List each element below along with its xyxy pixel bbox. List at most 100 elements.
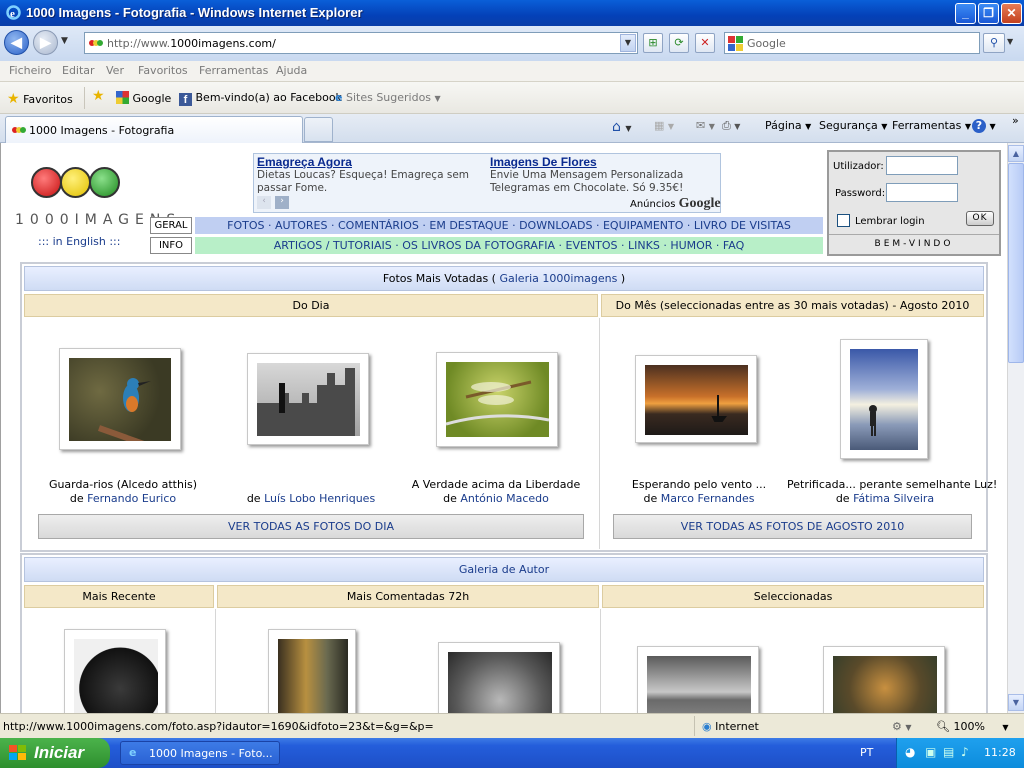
ad-title-1[interactable]: Emagreça Agora <box>257 155 352 169</box>
ad-prev-icon[interactable]: ‹ <box>257 196 271 209</box>
new-tab-button[interactable] <box>304 117 333 142</box>
author-link[interactable]: Marco Fernandes <box>661 492 755 505</box>
scroll-thumb[interactable] <box>1008 163 1024 363</box>
home-icon[interactable]: ⌂ ▼ <box>612 119 632 135</box>
author-link[interactable]: Luís Lobo Henriques <box>264 492 375 505</box>
vertical-scrollbar[interactable]: ▲ ▼ <box>1007 143 1024 713</box>
photo-kingfisher[interactable] <box>59 348 181 450</box>
zone-indicator[interactable]: ◉ Internet <box>702 720 759 733</box>
ads-by-google[interactable]: Anúncios Google <box>630 196 721 212</box>
author-link[interactable]: António Macedo <box>460 492 549 505</box>
refresh-icon[interactable]: ⟳ <box>669 33 689 53</box>
protected-mode-icon[interactable]: ⚙ ▼ <box>892 720 912 733</box>
start-label: Iniciar <box>34 743 85 762</box>
ad-title-2[interactable]: Imagens De Flores <box>490 155 597 169</box>
photo-image <box>257 363 360 436</box>
back-button[interactable]: ◀ <box>4 30 29 55</box>
photo-landscape-bw[interactable] <box>637 646 759 713</box>
tray-network-icon[interactable]: ▣ <box>925 745 936 759</box>
ok-button[interactable]: OK <box>966 211 994 226</box>
user-label: Utilizador: <box>833 161 884 172</box>
menu-editar[interactable]: Editar <box>62 64 95 77</box>
language-indicator[interactable]: PT <box>860 746 873 759</box>
feeds-icon[interactable]: ▦ ▼ <box>654 119 674 132</box>
password-field[interactable] <box>886 183 958 202</box>
see-all-month-button[interactable]: VER TODAS AS FOTOS DE AGOSTO 2010 <box>613 514 972 539</box>
photo-arch-street[interactable] <box>268 629 356 713</box>
favorites-button[interactable]: ★ Favoritos <box>7 91 73 107</box>
start-button[interactable]: Iniciar <box>0 738 110 768</box>
maximize-button[interactable]: ❐ <box>978 3 999 24</box>
tools-menu[interactable]: Ferramentas ▼ <box>892 119 971 132</box>
nav-info-links[interactable]: ARTIGOS / TUTORIAIS · OS LIVROS DA FOTOG… <box>195 237 823 254</box>
compatibility-icon[interactable]: ⊞ <box>643 33 663 53</box>
see-all-day-button[interactable]: VER TODAS AS FOTOS DO DIA <box>38 514 584 539</box>
photo-girl-beach[interactable] <box>840 339 928 459</box>
divider <box>599 318 600 549</box>
fav-suggested-sites[interactable]: e Sites Sugeridos ▼ <box>335 91 441 104</box>
minimize-button[interactable]: _ <box>955 3 976 24</box>
gallery-link[interactable]: Galeria 1000imagens <box>499 272 617 285</box>
star-icon: ★ <box>7 91 20 107</box>
nav-geral-links[interactable]: FOTOS · AUTORES · COMENTÁRIOS · EM DESTA… <box>195 217 823 234</box>
username-field[interactable] <box>886 156 958 175</box>
site-favicon-icon <box>89 40 103 46</box>
ie-icon: e <box>335 91 343 104</box>
photo-castle[interactable] <box>247 353 369 445</box>
print-icon[interactable]: ⎙ ▼ <box>722 119 740 133</box>
fav-facebook[interactable]: f Bem-vindo(a) ao Facebook <box>179 91 342 106</box>
ad-next-icon[interactable]: › <box>275 196 289 209</box>
fav-google[interactable]: Google <box>116 91 171 105</box>
author-gallery-header[interactable]: Galeria de Autor <box>24 557 984 582</box>
facebook-icon: f <box>179 93 192 106</box>
zoom-control[interactable]: 🔍︎ 100% ▼ <box>936 720 1009 733</box>
tab-1000imagens[interactable]: 1000 Imagens - Fotografia <box>5 116 303 143</box>
scroll-up-icon[interactable]: ▲ <box>1008 145 1024 162</box>
girl-picture <box>869 405 877 436</box>
scroll-down-icon[interactable]: ▼ <box>1008 694 1024 711</box>
help-icon[interactable]: ? ▼ <box>972 119 996 133</box>
author-link[interactable]: Fátima Silveira <box>853 492 934 505</box>
menu-favoritos[interactable]: Favoritos <box>138 64 188 77</box>
mail-icon[interactable]: ✉ ▼ <box>696 119 715 132</box>
search-input[interactable]: Google <box>724 32 980 54</box>
remember-checkbox[interactable] <box>837 214 850 227</box>
search-options-icon[interactable]: ▼ <box>1007 37 1013 46</box>
english-link[interactable]: ::: in English ::: <box>38 235 120 248</box>
stop-icon[interactable]: ✕ <box>695 33 715 53</box>
photo-girl-face[interactable] <box>438 642 560 713</box>
photo-dragonfly[interactable] <box>436 352 558 447</box>
tray-volume-icon[interactable]: ♪ <box>961 745 969 759</box>
divider <box>600 609 601 713</box>
most-commented-header: Mais Comentadas 72h <box>217 585 599 608</box>
menu-ajuda[interactable]: Ajuda <box>276 64 307 77</box>
favorites-bar: ★ Favoritos ★ Google f Bem-vindo(a) ao F… <box>0 82 1024 114</box>
address-dropdown-icon[interactable]: ▼ <box>620 34 636 52</box>
photo-boy-portrait[interactable] <box>64 629 166 713</box>
history-dropdown-icon[interactable]: ▼ <box>61 36 68 46</box>
menu-ferramentas[interactable]: Ferramentas <box>199 64 268 77</box>
photo-image <box>446 362 549 437</box>
tray-panda-icon[interactable]: ◕ <box>905 745 915 759</box>
forward-button[interactable]: ▶ <box>33 30 58 55</box>
tray-monitor-icon[interactable]: ▤ <box>943 745 954 759</box>
taskbar: Iniciar e 1000 Imagens - Foto... PT ◕ ▣ … <box>0 738 1024 768</box>
menu-ficheiro[interactable]: Ficheiro <box>9 64 51 77</box>
photo-interior[interactable] <box>823 646 945 713</box>
search-icon[interactable]: ⚲ <box>983 33 1005 53</box>
photo-caption-4: Esperando pelo vento ... de Marco Fernand… <box>631 478 767 505</box>
photo-boat-sunset[interactable] <box>635 355 757 443</box>
site-favicon-icon <box>12 127 26 133</box>
chevron-icon[interactable]: » <box>1012 114 1019 127</box>
taskbar-ie-window[interactable]: e 1000 Imagens - Foto... <box>120 741 280 765</box>
divider <box>84 87 85 109</box>
menu-ver[interactable]: Ver <box>106 64 124 77</box>
divider <box>215 609 216 713</box>
page-menu[interactable]: Página ▼ <box>765 119 811 132</box>
author-link[interactable]: Fernando Eurico <box>87 492 176 505</box>
month-header: Do Mês (seleccionadas entre as 30 mais v… <box>601 294 984 317</box>
safety-menu[interactable]: Segurança ▼ <box>819 119 887 132</box>
address-bar[interactable]: http://www.1000imagens.com/ ▼ <box>84 32 638 54</box>
add-favorite-icon[interactable]: ★ <box>92 88 105 104</box>
close-window-button[interactable]: ✕ <box>1001 3 1022 24</box>
